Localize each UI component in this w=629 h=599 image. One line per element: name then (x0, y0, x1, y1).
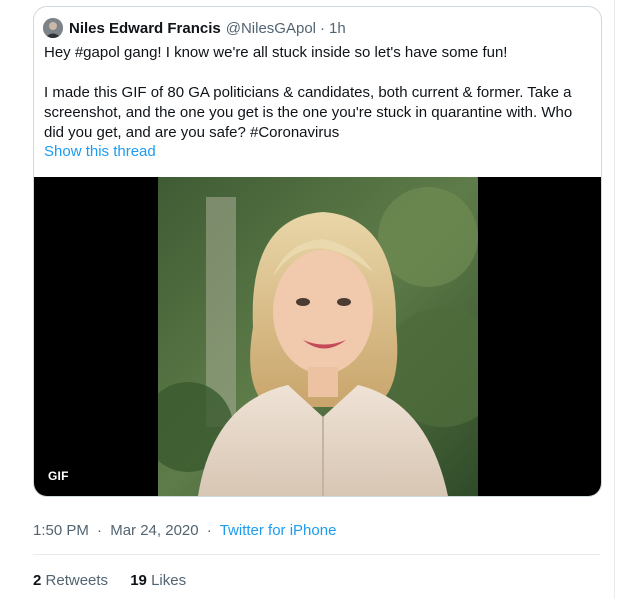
avatar-image-icon (43, 18, 63, 38)
timeline-border (614, 0, 615, 599)
likes-label: Likes (151, 572, 187, 589)
quoted-tweet-text: Hey #gapol gang! I know we're all stuck … (44, 44, 573, 141)
avatar[interactable] (43, 18, 63, 38)
quoted-tweet-header: Niles Edward Francis @NilesGApol · 1h (43, 17, 346, 39)
quoted-tweet-card[interactable]: Niles Edward Francis @NilesGApol · 1h He… (33, 6, 602, 497)
gif-media[interactable]: GIF (34, 177, 601, 496)
likes-stat[interactable]: 19 Likes (130, 572, 186, 589)
relative-time[interactable]: 1h (329, 20, 346, 37)
retweets-label: Retweets (45, 572, 109, 589)
engagement-stats: 2 Retweets 19 Likes (33, 572, 204, 589)
tweet-date[interactable]: Mar 24, 2020 (110, 522, 198, 539)
divider (33, 554, 600, 555)
tweet-time[interactable]: 1:50 PM (33, 522, 89, 539)
author-handle[interactable]: @NilesGApol (226, 20, 316, 37)
retweets-stat[interactable]: 2 Retweets (33, 572, 112, 589)
retweets-count: 2 (33, 572, 42, 589)
separator-dot: · (97, 522, 103, 539)
author-name[interactable]: Niles Edward Francis (69, 20, 221, 37)
gif-badge: GIF (48, 469, 69, 483)
show-thread-link[interactable]: Show this thread (44, 143, 156, 160)
likes-count: 19 (130, 572, 147, 589)
separator-dot: · (320, 19, 325, 37)
separator-dot: · (206, 522, 212, 539)
portrait-image (158, 177, 478, 496)
tweet-meta: 1:50 PM · Mar 24, 2020 · Twitter for iPh… (33, 522, 336, 539)
tweet-source-link[interactable]: Twitter for iPhone (220, 522, 337, 539)
